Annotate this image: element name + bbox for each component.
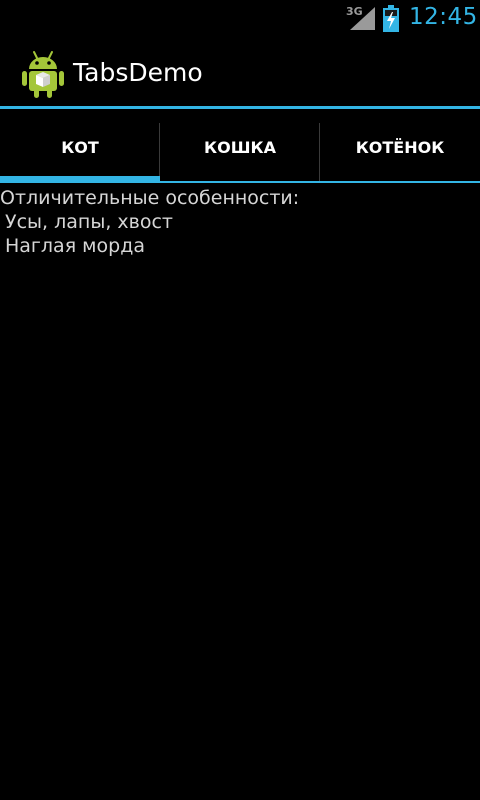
status-time: 12:45 [409, 4, 478, 30]
tab-indicator [320, 181, 480, 183]
status-bar: 3G 12:45 [0, 0, 480, 38]
tab-koshka[interactable]: КОШКА [160, 115, 320, 183]
content-line: Наглая морда [5, 235, 145, 257]
android-robot-icon[interactable] [22, 50, 64, 98]
tab-kot[interactable]: КОТ [0, 115, 160, 183]
network-type-label: 3G [346, 5, 363, 18]
tab-indicator-selected [0, 176, 160, 183]
action-bar-divider [0, 106, 480, 109]
app-title: TabsDemo [73, 58, 203, 87]
tab-label: КОТЁНОК [355, 137, 445, 157]
tab-kotyonok[interactable]: КОТЁНОК [320, 115, 480, 183]
tab-content: Отличительные особенности: Усы, лапы, хв… [0, 186, 480, 258]
tab-label: КОТ [61, 137, 99, 157]
tab-indicator [160, 181, 320, 183]
action-bar: TabsDemo [0, 38, 480, 106]
tab-bar: КОТ КОШКА КОТЁНОК [0, 115, 480, 183]
battery-charging-icon [383, 5, 399, 32]
content-line: Усы, лапы, хвост [5, 211, 173, 233]
content-heading: Отличительные особенности: [0, 187, 300, 209]
tab-label: КОШКА [204, 137, 276, 157]
